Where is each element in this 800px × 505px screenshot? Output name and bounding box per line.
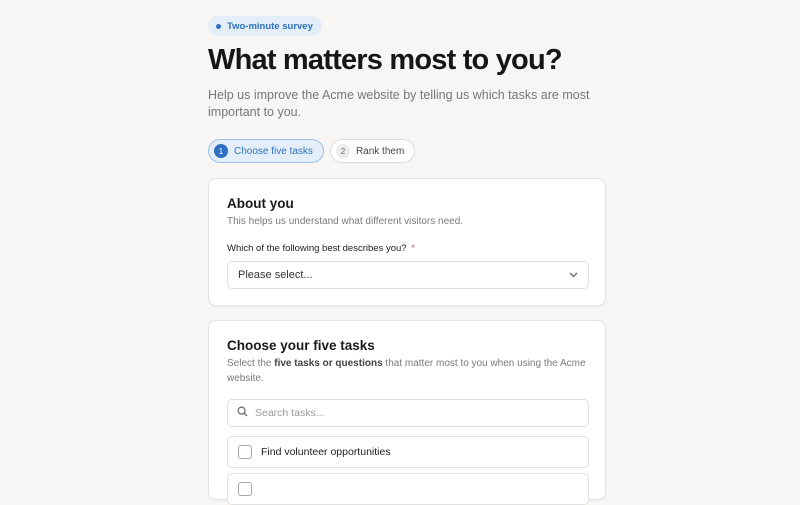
choose-tasks-card: Choose your five tasks Select the five t… [208,320,606,505]
about-title: About you [227,196,294,211]
tasks-description-bold: five tasks or questions [274,358,383,369]
step-label: Choose five tasks [234,145,313,157]
chevron-down-icon [569,270,578,280]
tasks-description-pre: Select the [227,358,275,369]
step-number: 1 [214,144,228,158]
step-indicator: 1 Choose five tasks 2 Rank them [208,139,416,163]
step-number: 2 [335,144,350,158]
task-label: Find volunteer opportunities [261,446,391,458]
search-icon [237,404,248,422]
survey-badge: Two-minute survey [208,16,322,36]
task-search [227,399,589,427]
page-lead: Help us improve the Acme website by tell… [208,88,590,119]
badge-dot-icon [216,23,221,29]
tasks-title: Choose your five tasks [227,338,375,353]
page-title: What matters most to you? [208,44,563,76]
role-question-label: Which of the following best describes yo… [227,243,415,254]
search-input[interactable] [255,407,575,419]
role-select-value: Please select... [238,269,313,281]
role-select[interactable]: Please select... [227,261,589,289]
badge-label: Two-minute survey [227,20,313,32]
required-mark: * [411,243,415,254]
task-checkbox[interactable] [238,445,252,459]
task-option[interactable] [227,473,589,505]
task-option[interactable]: Find volunteer opportunities [227,436,589,468]
step-rank[interactable]: 2 Rank them [329,139,416,163]
task-checkbox[interactable] [238,482,252,496]
role-question-text: Which of the following best describes yo… [227,243,407,254]
about-description: This helps us understand what different … [227,216,464,227]
about-you-card: About you This helps us understand what … [208,178,606,306]
tasks-description: Select the five tasks or questions that … [227,356,589,386]
step-label: Rank them [355,145,405,157]
step-choose-tasks[interactable]: 1 Choose five tasks [208,139,324,163]
